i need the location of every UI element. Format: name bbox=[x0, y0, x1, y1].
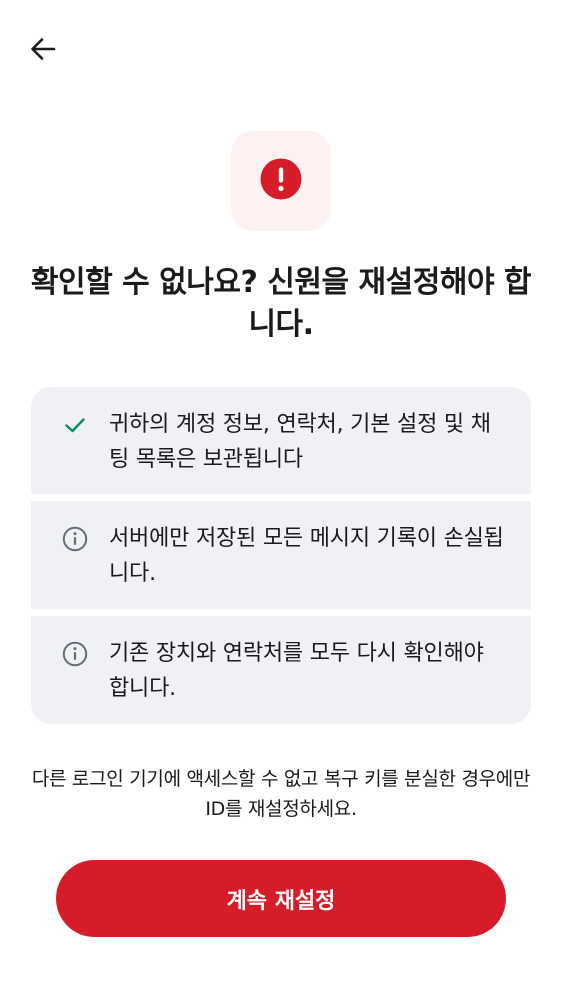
page-title: 확인할 수 없나요? 신원을 재설정해야 합니다. bbox=[30, 265, 532, 342]
info-item-text: 귀하의 계정 정보, 연락처, 기본 설정 및 채팅 목록은 보관됩니다 bbox=[109, 412, 491, 472]
back-button[interactable] bbox=[22, 30, 64, 72]
continue-reset-button[interactable]: 계속 재설정 bbox=[56, 860, 506, 937]
info-item-kept-data: 귀하의 계정 정보, 연락처, 기본 설정 및 채팅 목록은 보관됩니다 bbox=[31, 387, 531, 494]
check-icon bbox=[61, 411, 89, 439]
info-item-text: 기존 장치와 연락처를 모두 다시 확인해야 합니다. bbox=[109, 641, 484, 701]
info-circle-icon bbox=[61, 525, 89, 553]
info-circle-icon bbox=[61, 640, 89, 668]
info-item-history-lost: 서버에만 저장된 모든 메시지 기록이 손실됩니다. bbox=[31, 501, 531, 609]
reset-identity-screen: 확인할 수 없나요? 신원을 재설정해야 합니다. 귀하의 계정 정보, 연락처… bbox=[0, 0, 562, 1000]
reset-footnote: 다른 로그인 기기에 액세스할 수 없고 복구 키를 분실한 경우에만 ID를 … bbox=[31, 768, 531, 820]
alert-circle-icon bbox=[259, 157, 303, 205]
continue-reset-label: 계속 재설정 bbox=[226, 888, 336, 914]
alert-icon-container bbox=[231, 131, 331, 231]
info-list: 귀하의 계정 정보, 연락처, 기본 설정 및 채팅 목록은 보관됩니다 서버에… bbox=[31, 387, 531, 724]
info-item-reverify: 기존 장치와 연락처를 모두 다시 확인해야 합니다. bbox=[31, 616, 531, 724]
arrow-left-icon bbox=[29, 35, 57, 67]
info-item-text: 서버에만 저장된 모든 메시지 기록이 손실됩니다. bbox=[109, 526, 504, 586]
